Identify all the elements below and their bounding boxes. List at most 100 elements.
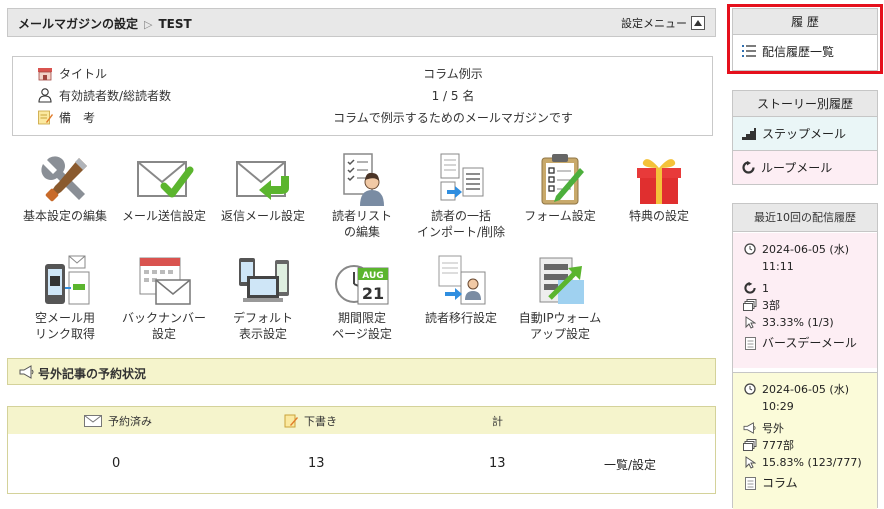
page-header: メールマガジンの設定 ▷ TEST 設定メニュー bbox=[7, 8, 716, 37]
delivery-name: コラム bbox=[762, 476, 798, 490]
import-delete-icon bbox=[431, 152, 491, 206]
delivery-time: 10:29 bbox=[762, 400, 794, 413]
feature-caption: 返信メール設定 bbox=[220, 209, 305, 223]
info-row-note: 備 考 コラムで例示するためのメールマガジンです bbox=[13, 107, 712, 129]
feature-caption: フォーム設定 bbox=[524, 209, 596, 223]
clock-icon bbox=[744, 383, 756, 395]
loop-icon bbox=[742, 161, 755, 174]
story-history-panel: ストーリー別履歴 ステップメール ループメール bbox=[732, 90, 878, 185]
svg-text:AUG: AUG bbox=[362, 271, 383, 281]
loop-mail-link[interactable]: ループメール bbox=[733, 151, 877, 184]
delivery-date: 2024-06-05 (水) bbox=[762, 243, 850, 256]
feature-mail-send-settings[interactable]: メール送信設定 bbox=[114, 152, 214, 224]
clock-icon bbox=[744, 243, 756, 255]
recent-delivery-item[interactable]: 2024-06-05 (水) 10:29 号外 777部 15.83% (123… bbox=[733, 372, 877, 509]
svg-text:21: 21 bbox=[362, 284, 384, 303]
step-mail-link[interactable]: ステップメール bbox=[733, 117, 877, 151]
collapse-arrow-icon[interactable] bbox=[691, 16, 705, 30]
feature-default-display[interactable]: デフォルト 表示設定 bbox=[213, 254, 313, 342]
feature-empty-mail-link[interactable]: 空メール用 リンク取得 bbox=[15, 254, 115, 342]
delivery-rate: 33.33% (1/3) bbox=[762, 316, 834, 329]
megaphone-icon bbox=[743, 422, 756, 434]
delivery-parts: 777部 bbox=[762, 439, 794, 452]
col-reserved: 予約済み bbox=[84, 413, 152, 429]
extra-issue-table: 予約済み 下書き 計 0 13 13 一覧/設定 bbox=[7, 406, 716, 494]
feature-caption: 自動IPウォーム アップ設定 bbox=[518, 311, 602, 341]
feature-basic-settings[interactable]: 基本設定の編集 bbox=[15, 152, 115, 224]
mail-reply-icon bbox=[233, 152, 293, 206]
info-row-title: タイトル コラム例示 bbox=[13, 63, 712, 85]
info-readers-value: 1 / 5 名 bbox=[431, 89, 475, 103]
ip-warmup-icon bbox=[530, 254, 590, 308]
delivery-rate: 15.83% (123/777) bbox=[762, 456, 862, 469]
breadcrumb-separator: ▷ bbox=[144, 18, 153, 31]
delivery-kind: 1 bbox=[762, 282, 769, 295]
feature-caption: 読者の一括 インポート/削除 bbox=[416, 209, 506, 239]
recent-deliveries-panel: 最近10回の配信履歴 2024-06-05 (水) 11:11 1 3部 33.… bbox=[732, 203, 878, 509]
story-history-title: ストーリー別履歴 bbox=[733, 91, 877, 117]
backnumber-calendar-icon bbox=[134, 254, 194, 308]
feature-limited-page[interactable]: AUG 21 期間限定 ページ設定 bbox=[312, 254, 412, 342]
memo-icon bbox=[38, 110, 53, 125]
copies-icon bbox=[743, 299, 757, 311]
cursor-icon bbox=[745, 456, 756, 469]
breadcrumb: メールマガジンの設定 ▷ TEST bbox=[18, 15, 192, 32]
feature-caption: 基本設定の編集 bbox=[22, 209, 107, 223]
delivery-parts: 3部 bbox=[762, 299, 780, 312]
breadcrumb-current: TEST bbox=[158, 17, 192, 31]
feature-bulk-import-delete[interactable]: 読者の一括 インポート/削除 bbox=[411, 152, 511, 240]
recent-deliveries-title: 最近10回の配信履歴 bbox=[733, 204, 877, 232]
megaphone-icon bbox=[19, 365, 34, 379]
draft-count: 13 bbox=[308, 456, 325, 471]
loop-icon bbox=[744, 282, 756, 294]
document-icon bbox=[744, 477, 756, 490]
delivery-kind: 号外 bbox=[762, 422, 784, 435]
feature-caption: メール送信設定 bbox=[121, 209, 206, 223]
cursor-icon bbox=[745, 316, 756, 329]
info-title-label: タイトル bbox=[59, 67, 108, 81]
feature-reader-list-edit[interactable]: 読者リスト の編集 bbox=[312, 152, 412, 240]
table-header-row: 予約済み 下書き 計 bbox=[8, 407, 715, 434]
document-icon bbox=[744, 337, 756, 350]
delivery-time: 11:11 bbox=[762, 260, 794, 273]
extra-issue-section-header: 号外記事の予約状況 bbox=[7, 358, 716, 385]
info-readers-label: 有効読者数/総読者数 bbox=[59, 89, 172, 103]
info-note-label: 備 考 bbox=[59, 111, 96, 125]
info-title-value: コラム例示 bbox=[423, 67, 483, 81]
info-row-readers: 有効読者数/総読者数 1 / 5 名 bbox=[13, 85, 712, 107]
mail-icon bbox=[84, 415, 102, 427]
feature-reader-migration[interactable]: 読者移行設定 bbox=[411, 254, 511, 326]
stairs-icon bbox=[742, 127, 756, 140]
store-icon bbox=[38, 68, 52, 81]
devices-icon bbox=[233, 254, 293, 308]
wrench-screwdriver-icon bbox=[35, 152, 95, 206]
total-count: 13 bbox=[489, 456, 506, 471]
reader-migrate-icon bbox=[431, 254, 491, 308]
feature-caption: バックナンバー 設定 bbox=[121, 311, 206, 341]
info-note-value: コラムで例示するためのメールマガジンです bbox=[333, 111, 573, 125]
breadcrumb-section[interactable]: メールマガジンの設定 bbox=[18, 17, 138, 31]
delivery-name: バースデーメール bbox=[762, 336, 857, 350]
list-settings-link[interactable]: 一覧/設定 bbox=[604, 456, 656, 473]
highlight-frame bbox=[727, 4, 883, 74]
feature-caption: デフォルト 表示設定 bbox=[232, 311, 293, 341]
settings-menu-toggle[interactable]: 設定メニュー bbox=[621, 15, 705, 31]
feature-caption: 空メール用 リンク取得 bbox=[34, 311, 95, 341]
col-draft: 下書き bbox=[284, 413, 337, 429]
settings-menu-label: 設定メニュー bbox=[621, 17, 687, 30]
recent-delivery-item[interactable]: 2024-06-05 (水) 11:11 1 3部 33.33% (1/3) バ… bbox=[733, 233, 877, 368]
mail-send-check-icon bbox=[134, 152, 194, 206]
delivery-date: 2024-06-05 (水) bbox=[762, 383, 850, 396]
magazine-info-panel: タイトル コラム例示 有効読者数/総読者数 1 / 5 名 備 考 コラムで例示… bbox=[12, 56, 713, 136]
person-icon bbox=[38, 88, 52, 103]
feature-reply-mail-settings[interactable]: 返信メール設定 bbox=[213, 152, 313, 224]
reader-list-icon bbox=[332, 152, 392, 206]
feature-caption: 読者リスト の編集 bbox=[331, 209, 392, 239]
col-total: 計 bbox=[492, 415, 503, 428]
feature-form-settings[interactable]: フォーム設定 bbox=[510, 152, 610, 224]
feature-bonus-settings[interactable]: 特典の設定 bbox=[609, 152, 709, 224]
phone-link-icon bbox=[35, 254, 95, 308]
feature-caption: 特典の設定 bbox=[628, 209, 689, 223]
feature-ip-warmup[interactable]: 自動IPウォーム アップ設定 bbox=[510, 254, 610, 342]
feature-backnumber-settings[interactable]: バックナンバー 設定 bbox=[114, 254, 214, 342]
